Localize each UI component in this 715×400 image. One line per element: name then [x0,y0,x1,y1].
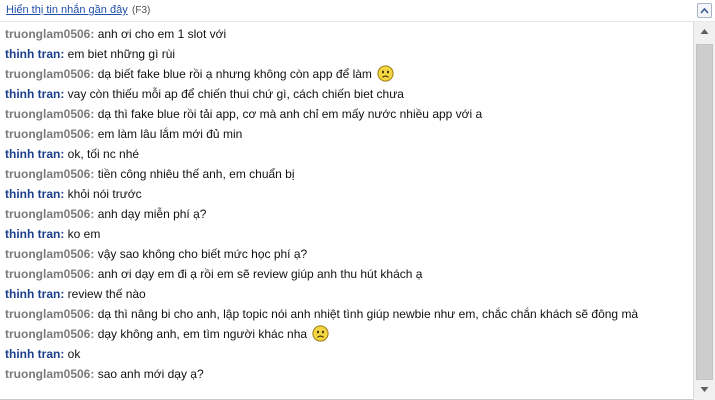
message-sender: thinh tran: [5,187,65,201]
message-sender: truonglam0506: [5,307,95,321]
message-row: truonglam0506: dạy không anh, em tìm ngư… [0,324,692,344]
message-text: vay còn thiếu mỗi ap để chiến thui chứ g… [67,87,404,101]
message-text: tiền công nhiêu thế anh, em chuẩn bị [97,167,295,181]
message-row: truonglam0506: sao anh mới dạy ạ? [0,364,692,384]
message-text: ok [67,347,81,361]
message-list: truonglam0506: anh ơi cho em 1 slot với t… [0,24,692,400]
collapse-button[interactable] [697,3,712,18]
message-text: dạ biết fake blue rồi ạ nhưng không còn … [97,67,372,81]
message-text: ko em [67,227,101,241]
chat-history-window: Hiển thị tin nhắn gần đây (F3) truonglam… [0,0,715,400]
message-row: truonglam0506: dạ thì nâng bi cho anh, l… [0,304,692,324]
message-row: truonglam0506: anh ơi dạy em đi ạ rồi em… [0,264,692,284]
message-text: anh ơi cho em 1 slot với [97,27,227,41]
message-row: truonglam0506: tiền công nhiêu thế anh, … [0,164,692,184]
message-sender: thinh tran: [5,287,65,301]
message-row: truonglam0506: dạ biết fake blue rồi ạ n… [0,64,692,84]
hotkey-hint: (F3) [132,5,151,16]
show-recent-messages-link[interactable]: Hiển thị tin nhắn gần đây [6,4,128,16]
message-row: thinh tran: vay còn thiếu mỗi ap để chiế… [0,84,692,104]
sad-face-icon [377,65,394,82]
arrow-up-icon[interactable] [696,23,713,40]
message-sender: thinh tran: [5,87,65,101]
message-text: ok, tối nc nhé [67,147,140,161]
message-row: thinh tran: khỏi nói trước [0,184,692,204]
chevron-up-icon [700,7,709,14]
message-text: dạ thì nâng bi cho anh, lập topic nói an… [97,307,639,321]
message-sender: truonglam0506: [5,247,95,261]
history-toolbar: Hiển thị tin nhắn gần đây (F3) [0,0,715,22]
message-row: thinh tran: ko em [0,224,692,244]
arrow-down-icon[interactable] [696,381,713,398]
message-text: review thế nào [67,287,146,301]
scrollbar-thumb[interactable] [696,44,713,380]
message-sender: thinh tran: [5,147,65,161]
message-row: thinh tran: review thế nào [0,284,692,304]
message-text: vậy sao không cho biết mức học phí ạ? [97,247,308,261]
message-sender: truonglam0506: [5,367,95,381]
message-text: dạ thì fake blue rồi tải app, cơ mà anh … [97,107,483,121]
message-sender: truonglam0506: [5,207,95,221]
message-sender: thinh tran: [5,347,65,361]
message-text: em biet những gì rùi [67,47,176,61]
message-sender: truonglam0506: [5,107,95,121]
sad-face-icon [312,325,330,342]
message-row: thinh tran: em biet những gì rùi [0,44,692,64]
message-sender: truonglam0506: [5,267,95,281]
message-sender: truonglam0506: [5,127,95,141]
message-sender: thinh tran: [5,47,65,61]
message-row: thinh tran: ok, tối nc nhé [0,144,692,164]
message-text: khỏi nói trước [67,187,142,201]
message-row: truonglam0506: anh ơi cho em 1 slot với [0,24,692,44]
message-sender: thinh tran: [5,227,65,241]
message-sender: truonglam0506: [5,327,95,341]
message-text: dạy không anh, em tìm người khác nha [97,327,308,341]
message-text: anh dạy miễn phí ạ? [97,207,207,221]
message-text: sao anh mới dạy ạ? [97,367,204,381]
message-sender: truonglam0506: [5,67,95,81]
message-row: truonglam0506: anh dạy miễn phí ạ? [0,204,692,224]
message-row: truonglam0506: vậy sao không cho biết mứ… [0,244,692,264]
message-text: anh ơi dạy em đi ạ rồi em sẽ review giúp… [97,267,423,281]
message-row: truonglam0506: em làm lâu lắm mới đủ min [0,124,692,144]
message-text: em làm lâu lắm mới đủ min [97,127,243,141]
vertical-scrollbar[interactable] [693,22,715,400]
message-sender: truonglam0506: [5,167,95,181]
message-row: truonglam0506: dạ thì fake blue rồi tải … [0,104,692,124]
message-sender: truonglam0506: [5,27,95,41]
message-row: thinh tran: ok [0,344,692,364]
